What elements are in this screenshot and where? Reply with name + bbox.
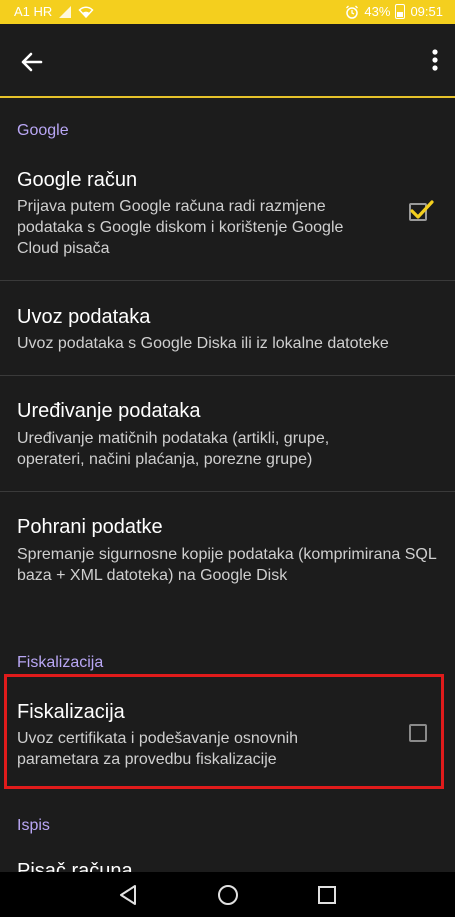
pref-import-data[interactable]: Uvoz podataka Uvoz podataka s Google Dis… <box>0 281 455 375</box>
home-circle-icon <box>216 885 240 911</box>
app-bar <box>0 24 455 98</box>
status-right: 43% 09:51 <box>345 4 443 19</box>
section-header-google: Google <box>17 122 69 139</box>
signal-icon <box>58 5 72 19</box>
recents-square-icon <box>315 886 339 911</box>
alarm-icon <box>345 5 359 19</box>
overflow-menu-button[interactable] <box>427 46 443 76</box>
pref-google-account[interactable]: Google račun Prijava putem Google računa… <box>0 158 455 280</box>
pref-edit-data[interactable]: Uređivanje podataka Uređivanje matičnih … <box>0 376 455 491</box>
carrier-label: A1 HR <box>14 4 53 19</box>
status-bar: A1 HR 43% 09:51 <box>0 0 455 24</box>
battery-percent: 43% <box>364 4 391 19</box>
battery-icon <box>395 4 406 19</box>
pref-summary: Spremanje sigurnosne kopije podataka (ko… <box>17 546 437 584</box>
wifi-icon <box>78 5 94 19</box>
pref-title: Pohrani podatke <box>17 516 163 538</box>
pref-title: Google račun <box>17 169 138 191</box>
arrow-left-icon <box>14 52 50 84</box>
pref-title: Uvoz podataka <box>17 306 151 328</box>
back-button[interactable] <box>14 44 50 80</box>
navigation-bar <box>0 872 455 917</box>
pref-receipt-printer[interactable]: Pisač računa <box>0 846 455 872</box>
status-left: A1 HR <box>14 4 94 19</box>
section-header-fiskalizacija: Fiskalizacija <box>17 654 104 671</box>
pref-summary: Uređivanje matičnih podataka (artikli, g… <box>17 430 330 468</box>
pref-backup-data[interactable]: Pohrani podatke Spremanje sigurnosne kop… <box>0 492 455 622</box>
pref-title: Pisač računa <box>17 860 133 872</box>
nav-back-button[interactable] <box>116 883 140 907</box>
clock: 09:51 <box>410 4 443 19</box>
pref-summary: Uvoz podataka s Google Diska ili iz loka… <box>17 335 389 352</box>
nav-home-button[interactable] <box>216 883 240 907</box>
pref-title: Uređivanje podataka <box>17 400 201 422</box>
google-account-checkbox[interactable] <box>409 200 434 221</box>
more-vertical-icon <box>427 49 443 80</box>
section-header-ispis: Ispis <box>17 817 50 834</box>
back-triangle-icon <box>116 885 140 911</box>
highlight-box <box>4 674 444 789</box>
settings-screen: A1 HR 43% 09:51 Google Google račun Prij… <box>0 0 455 917</box>
nav-recents-button[interactable] <box>315 883 339 907</box>
pref-summary: Prijava putem Google računa radi razmjen… <box>17 198 344 257</box>
